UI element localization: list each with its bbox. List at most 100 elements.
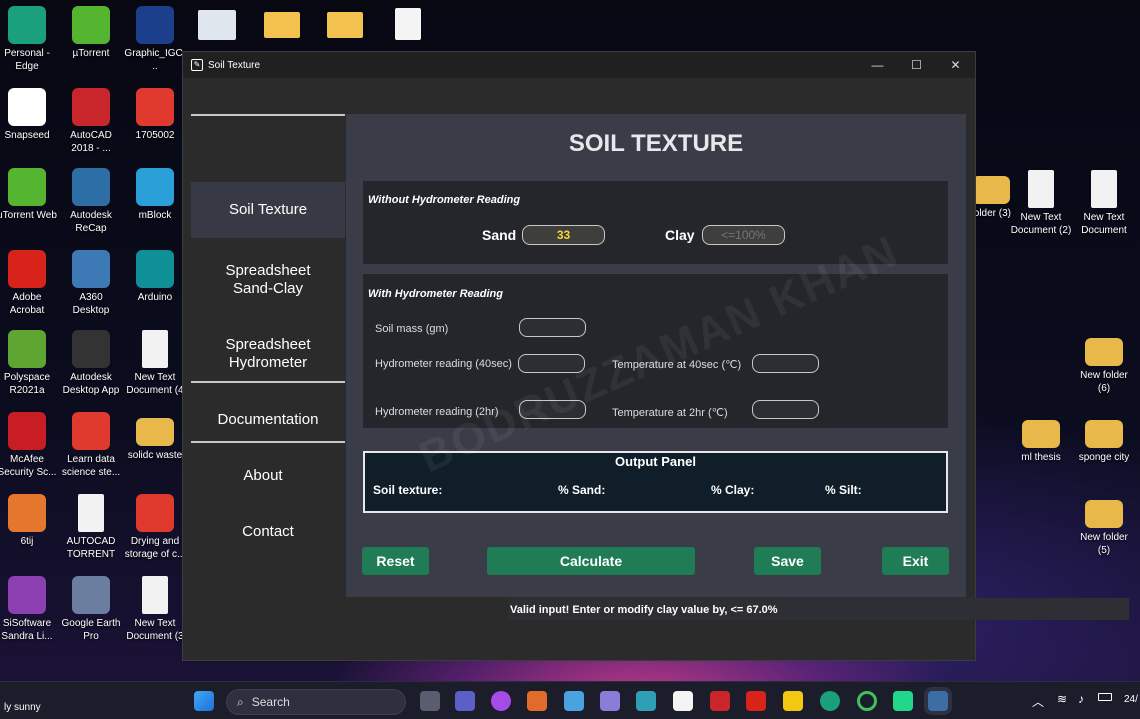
sand-percent-label: % Sand: bbox=[558, 483, 606, 497]
task-view-icon[interactable] bbox=[420, 691, 440, 711]
autocad-icon bbox=[72, 88, 110, 126]
power-bi-icon[interactable] bbox=[783, 691, 803, 711]
clay-input[interactable] bbox=[702, 225, 785, 245]
pdf-icon bbox=[72, 412, 110, 450]
reset-button[interactable]: Reset bbox=[362, 547, 429, 575]
desktop-icon-label: µTorrent bbox=[72, 48, 110, 59]
desktop-icon[interactable]: 6tij bbox=[0, 494, 58, 548]
nav-spreadsheet-hydrometer[interactable]: Spreadsheet Hydrometer bbox=[191, 330, 345, 378]
desktop-icon[interactable]: ml thesis bbox=[1010, 414, 1072, 464]
soil-mass-input[interactable] bbox=[519, 318, 586, 337]
start-icon[interactable] bbox=[194, 691, 214, 711]
desktop-icon[interactable]: 1705002 bbox=[124, 88, 186, 142]
desktop-icon[interactable]: Graphic_IGC... bbox=[124, 6, 186, 73]
spinner-icon[interactable] bbox=[857, 691, 877, 711]
window-title: Soil Texture bbox=[208, 59, 261, 71]
desktop-icon[interactable]: Autodesk ReCap bbox=[60, 168, 122, 235]
desktop-icon[interactable]: solidc waste bbox=[124, 412, 186, 462]
pycharm-icon[interactable] bbox=[893, 691, 913, 711]
messenger-icon[interactable] bbox=[491, 691, 511, 711]
desktop-icon[interactable]: New Text Document (4 bbox=[124, 330, 186, 397]
desktop-icon-label: Adobe Acrobat bbox=[9, 292, 45, 316]
notepad-icon[interactable] bbox=[600, 691, 620, 711]
battery-icon[interactable] bbox=[1098, 693, 1112, 701]
hydrometer-40sec-input[interactable] bbox=[518, 354, 585, 373]
temperature-40sec-input[interactable] bbox=[752, 354, 819, 373]
maximize-button[interactable]: ☐ bbox=[897, 58, 936, 72]
desktop-icon-label: New folder (5) bbox=[1080, 532, 1128, 556]
photos-icon[interactable] bbox=[564, 691, 584, 711]
desktop-icon[interactable]: AutoCAD 2018 - ... bbox=[60, 88, 122, 155]
nav-label: Documentation bbox=[217, 411, 319, 428]
hydrometer-2hr-input[interactable] bbox=[519, 400, 586, 419]
autocad-icon[interactable] bbox=[710, 691, 730, 711]
desktop-icon[interactable]: Learn data science ste... bbox=[60, 412, 122, 479]
document-icon[interactable] bbox=[395, 8, 421, 40]
desktop-icon-label: mBlock bbox=[138, 210, 172, 221]
desktop-icon[interactable]: A360 Desktop bbox=[60, 250, 122, 317]
folder-icon bbox=[1085, 420, 1123, 448]
close-button[interactable]: ✕ bbox=[936, 58, 975, 72]
desktop-icon[interactable]: Drying and storage of c... bbox=[124, 494, 186, 561]
folder-icon[interactable] bbox=[264, 12, 300, 38]
exit-button[interactable]: Exit bbox=[882, 547, 949, 575]
pdf-icon bbox=[136, 88, 174, 126]
desktop-icon[interactable]: New folder (5) bbox=[1073, 494, 1135, 557]
nav-soil-texture[interactable]: Soil Texture bbox=[191, 182, 345, 238]
document-icon[interactable] bbox=[673, 691, 693, 711]
weather-text[interactable]: ly sunny bbox=[4, 702, 41, 713]
wifi-icon[interactable]: ≋ bbox=[1057, 692, 1067, 706]
desktop-icon[interactable]: Adobe Acrobat bbox=[0, 250, 58, 317]
desktop-icon-label: Learn data science ste... bbox=[61, 454, 121, 478]
desktop-icon[interactable]: Snapseed bbox=[0, 88, 58, 142]
nav-contact[interactable]: Contact bbox=[191, 514, 345, 550]
app-icon: ✎ bbox=[191, 59, 203, 71]
desktop-icon[interactable]: AUTOCAD TORRENT bbox=[60, 494, 122, 561]
desktop-icon[interactable]: µTorrent bbox=[60, 6, 122, 60]
teams-icon[interactable] bbox=[455, 691, 475, 711]
folder-icon[interactable] bbox=[327, 12, 363, 38]
search-box[interactable]: ⌕ Search bbox=[226, 689, 406, 715]
nav-label: Spreadsheet Sand-Clay bbox=[225, 262, 311, 297]
output-title: Output Panel bbox=[615, 454, 696, 469]
desktop-icon[interactable]: McAfee Security Sc... bbox=[0, 412, 58, 479]
desktop-icon[interactable]: New Text Document (3 bbox=[124, 576, 186, 643]
document-icon bbox=[1028, 170, 1054, 208]
nav-documentation[interactable]: Documentation bbox=[191, 402, 345, 438]
nav-about[interactable]: About bbox=[191, 458, 345, 494]
desktop-icon[interactable]: New Text Document bbox=[1073, 170, 1135, 237]
desktop-icon[interactable]: Personal - Edge bbox=[0, 6, 58, 73]
desktop-icon[interactable]: New Text Document (2) bbox=[1010, 170, 1072, 237]
desktop-icon[interactable]: uTorrent Web bbox=[0, 168, 58, 222]
python-icon[interactable] bbox=[928, 691, 948, 711]
nav-spreadsheet-sand-clay[interactable]: Spreadsheet Sand-Clay bbox=[191, 256, 345, 304]
clock[interactable]: 24/ bbox=[1124, 694, 1138, 705]
pdf-icon[interactable] bbox=[746, 691, 766, 711]
edge-icon[interactable] bbox=[820, 691, 840, 711]
desktop-icon[interactable]: Autodesk Desktop App bbox=[60, 330, 122, 397]
chevron-up-icon[interactable]: ︿ bbox=[1032, 693, 1044, 710]
volume-icon[interactable]: ♪ bbox=[1078, 692, 1084, 706]
app-window: ✎ Soil Texture — ☐ ✕ Soil Texture Spread… bbox=[182, 51, 1129, 661]
desktop-icon[interactable]: mBlock bbox=[124, 168, 186, 222]
save-button[interactable]: Save bbox=[754, 547, 821, 575]
recap-icon bbox=[72, 168, 110, 206]
matlab-icon[interactable] bbox=[527, 691, 547, 711]
temperature-2hr-input[interactable] bbox=[752, 400, 819, 419]
desktop-icon[interactable]: Arduino bbox=[124, 250, 186, 304]
desktop-icon[interactable]: New folder (6) bbox=[1073, 332, 1135, 395]
desktop-icon-top[interactable] bbox=[198, 10, 236, 40]
desktop-icon[interactable]: Polyspace R2021a bbox=[0, 330, 58, 397]
desktop-icon[interactable]: Google Earth Pro bbox=[60, 576, 122, 643]
folder-icon bbox=[1085, 500, 1123, 528]
nav-label: Spreadsheet Hydrometer bbox=[225, 336, 311, 371]
utorrent-icon bbox=[72, 6, 110, 44]
image-icon bbox=[8, 494, 46, 532]
minimize-button[interactable]: — bbox=[858, 58, 897, 72]
panel-title: Without Hydrometer Reading bbox=[368, 194, 521, 206]
sand-input[interactable] bbox=[522, 225, 605, 245]
desktop-icon[interactable]: sponge city bbox=[1073, 414, 1135, 464]
desktop-icon[interactable]: SiSoftware Sandra Li... bbox=[0, 576, 58, 643]
search-app-icon[interactable] bbox=[636, 691, 656, 711]
calculate-button[interactable]: Calculate bbox=[487, 547, 695, 575]
